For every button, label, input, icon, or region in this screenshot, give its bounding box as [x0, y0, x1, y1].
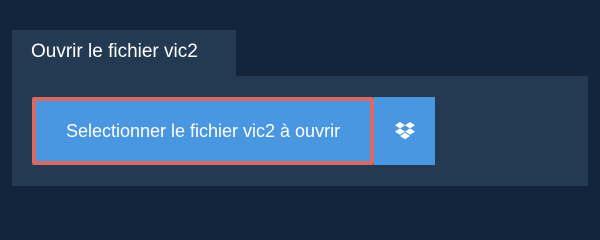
- select-file-button[interactable]: Selectionner le fichier vic2 à ouvrir: [32, 97, 374, 165]
- tab-label: Ouvrir le fichier vic2: [31, 41, 198, 62]
- tab-open-file[interactable]: Ouvrir le fichier vic2: [12, 30, 236, 76]
- file-open-panel: Selectionner le fichier vic2 à ouvrir: [12, 76, 588, 186]
- dropbox-button[interactable]: [374, 97, 435, 165]
- dropbox-icon: [394, 122, 415, 140]
- select-file-button-label: Selectionner le fichier vic2 à ouvrir: [65, 121, 341, 141]
